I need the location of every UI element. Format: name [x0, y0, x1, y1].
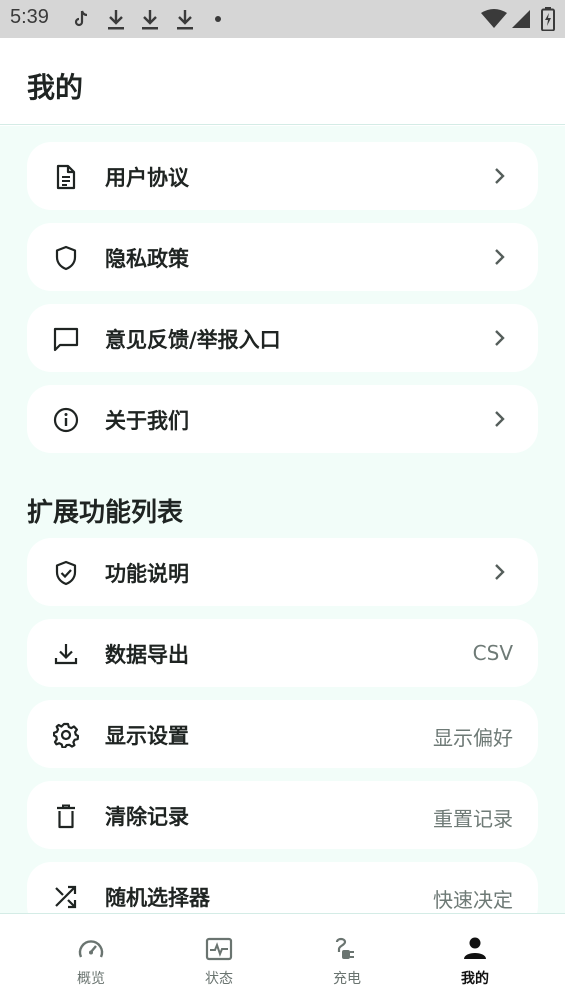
- menu-item-label: 用户协议: [105, 166, 189, 190]
- nav-tab-overview[interactable]: 概览: [27, 914, 155, 1004]
- shield-check-icon: [55, 560, 77, 586]
- document-icon: [56, 164, 76, 190]
- trash-icon: [57, 804, 75, 829]
- feature-item-value: CSV: [472, 641, 513, 665]
- nav-tab-mine[interactable]: 我的: [411, 914, 539, 1004]
- feature-item-value: 显示偏好: [433, 726, 513, 750]
- feature-item-label: 显示设置: [105, 724, 189, 748]
- nav-tab-label: 我的: [461, 971, 489, 987]
- more-notifications-dot-icon: [215, 16, 221, 22]
- speedometer-icon: [78, 940, 104, 958]
- cell-signal-icon: [512, 10, 530, 28]
- feature-item-random-picker[interactable]: 随机选择器 快速决定: [27, 862, 538, 913]
- menu-item-label: 意见反馈/举报入口: [105, 328, 281, 352]
- menu-item-feedback[interactable]: 意见反馈/举报入口: [27, 304, 538, 372]
- status-bar: 5:39: [0, 0, 565, 38]
- feature-item-label: 清除记录: [105, 805, 189, 829]
- feature-item-data-export[interactable]: 数据导出 CSV: [27, 619, 538, 687]
- download-notification-icon: [142, 10, 158, 30]
- nav-tab-label: 充电: [333, 971, 361, 987]
- wifi-icon: [481, 9, 507, 28]
- charger-icon: [335, 937, 354, 959]
- page-title: 我的: [27, 71, 84, 104]
- feature-item-label: 随机选择器: [105, 886, 210, 910]
- menu-item-about-us[interactable]: 关于我们: [27, 385, 538, 453]
- feature-item-label: 功能说明: [105, 562, 189, 586]
- pulse-icon: [205, 937, 233, 961]
- download-icon: [54, 644, 78, 665]
- feature-item-value: 快速决定: [433, 888, 513, 912]
- menu-item-label: 关于我们: [105, 409, 189, 433]
- bottom-navigation: 概览 状态 充电 我的: [0, 913, 565, 1004]
- download-notification-icon: [177, 10, 193, 30]
- nav-tab-charging[interactable]: 充电: [283, 914, 411, 1004]
- feature-item-clear-records[interactable]: 清除记录 重置记录: [27, 781, 538, 849]
- chat-bubble-icon: [53, 327, 79, 352]
- tiktok-notification-icon: [74, 10, 88, 27]
- person-icon: [464, 937, 486, 959]
- nav-tab-label: 概览: [77, 971, 105, 987]
- shuffle-icon: [55, 885, 77, 909]
- feature-item-label: 数据导出: [105, 643, 189, 667]
- shield-icon: [55, 245, 77, 271]
- feature-item-value: 重置记录: [433, 807, 513, 831]
- app-bar: 我的: [0, 38, 565, 125]
- nav-tab-label: 状态: [205, 971, 233, 987]
- chevron-right-icon: [495, 168, 505, 184]
- chevron-right-icon: [495, 564, 505, 580]
- chevron-right-icon: [495, 411, 505, 427]
- feature-item-instructions[interactable]: 功能说明: [27, 538, 538, 606]
- battery-charging-icon: [541, 7, 555, 31]
- settings-list[interactable]: 用户协议 隐私政策 意见反馈/举报入口 关于我们 扩展功能列表 功能说明 数据导…: [0, 126, 565, 913]
- menu-item-label: 隐私政策: [105, 247, 189, 271]
- nav-tab-status[interactable]: 状态: [155, 914, 283, 1004]
- download-notification-icon: [108, 10, 124, 30]
- status-time: 5:39: [10, 6, 49, 28]
- menu-item-privacy-policy[interactable]: 隐私政策: [27, 223, 538, 291]
- chevron-right-icon: [495, 330, 505, 346]
- feature-item-display-settings[interactable]: 显示设置 显示偏好: [27, 700, 538, 768]
- info-icon: [53, 407, 79, 433]
- section-title: 扩展功能列表: [27, 498, 184, 528]
- gear-icon: [53, 722, 79, 748]
- menu-item-user-agreement[interactable]: 用户协议: [27, 142, 538, 210]
- chevron-right-icon: [495, 249, 505, 265]
